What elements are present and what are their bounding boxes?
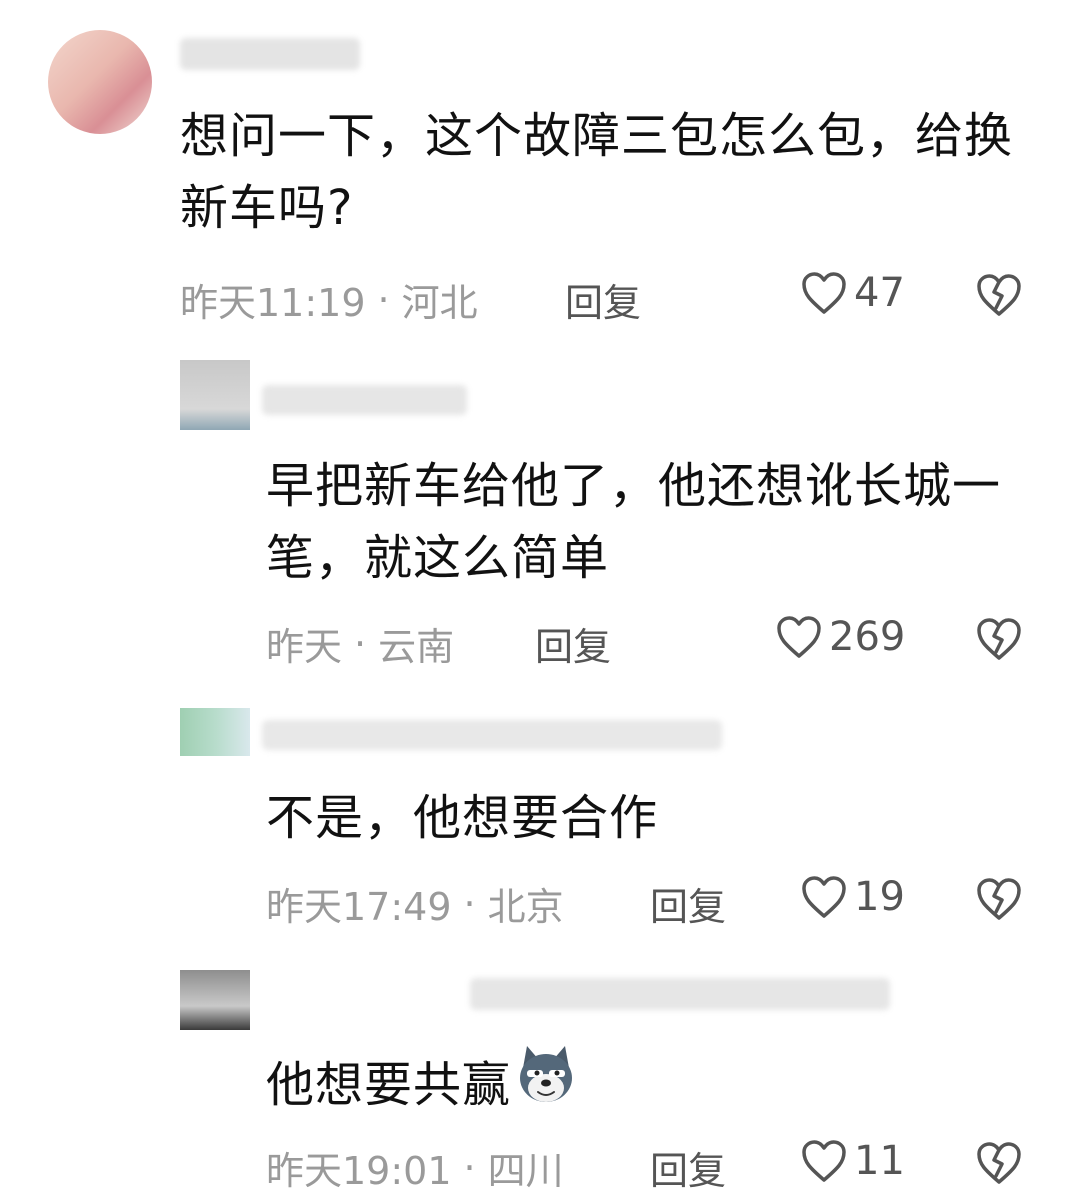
comment-item: 早把新车给他了，他还想讹长城一笔，就这么简单 昨天 · 云南 回复 269 [0,340,1080,690]
dislike-button[interactable] [975,876,1023,926]
comment-time: 昨天 [266,625,343,669]
comment-item: 想问一下，这个故障三包怎么包，给换新车吗? 昨天11:19 · 河北 回复 47 [0,0,1080,340]
dislike-button[interactable] [975,1140,1023,1190]
broken-heart-icon [977,1142,1021,1184]
like-button[interactable]: 269 [775,614,905,660]
broken-heart-icon [977,274,1021,316]
comment-time: 昨天11:19 [180,281,366,325]
meta-separator: · [463,1145,476,1190]
reply-button[interactable]: 回复 [565,272,641,327]
avatar[interactable] [48,30,152,134]
comment-location: 河北 [401,281,478,325]
like-button[interactable]: 19 [800,874,905,920]
comment-item: 不是，他想要合作 昨天17:49 · 北京 回复 19 [0,690,1080,960]
comment-location: 云南 [378,625,455,669]
username-blurred[interactable] [180,38,360,70]
dislike-button[interactable] [975,616,1023,666]
like-count: 11 [854,1138,905,1184]
like-button[interactable]: 11 [800,1138,905,1184]
broken-heart-icon [977,878,1021,920]
dog-face-emoji [513,1042,579,1128]
comment-meta: 昨天17:49 · 北京 [266,876,564,931]
like-button[interactable]: 47 [800,270,905,316]
like-count: 47 [854,270,905,316]
comment-text: 想问一下，这个故障三包怎么包，给换新车吗? [180,108,1014,236]
avatar[interactable] [180,360,250,430]
comment-text-body: 他想要共赢 [266,1057,512,1113]
heart-outline-icon [802,876,846,918]
comment-meta: 昨天19:01 · 四川 [266,1140,564,1195]
heart-outline-icon [802,272,846,314]
broken-heart-icon [977,618,1021,660]
like-count: 19 [854,874,905,920]
comment-time: 昨天17:49 [266,885,452,929]
avatar[interactable] [180,970,250,1030]
comment-meta: 昨天11:19 · 河北 [180,272,478,327]
like-count: 269 [829,614,906,660]
meta-separator: · [463,881,476,926]
comment-meta: 昨天 · 云南 [266,616,454,671]
reply-button[interactable]: 回复 [650,1140,726,1195]
comment-text: 他想要共赢 [266,1042,1046,1128]
heart-outline-icon [802,1140,846,1182]
comment-item: 他想要共赢 昨天19:01 · 四川 回复 11 [0,960,1080,1195]
reply-button[interactable]: 回复 [535,616,611,671]
meta-separator: · [377,277,390,322]
comment-text: 早把新车给他了，他还想讹长城一笔，就这么简单 [266,458,1002,586]
heart-outline-icon [777,616,821,658]
comment-text: 不是，他想要合作 [266,790,659,846]
dislike-button[interactable] [975,272,1023,322]
meta-separator: · [354,621,367,666]
username-blurred[interactable] [262,720,722,750]
comment-time: 昨天19:01 [266,1149,452,1193]
reply-button[interactable]: 回复 [650,876,726,931]
avatar[interactable] [180,708,250,756]
username-blurred[interactable] [262,385,467,415]
comment-location: 北京 [487,885,564,929]
username-blurred[interactable] [470,978,890,1010]
comment-location: 四川 [487,1149,564,1193]
